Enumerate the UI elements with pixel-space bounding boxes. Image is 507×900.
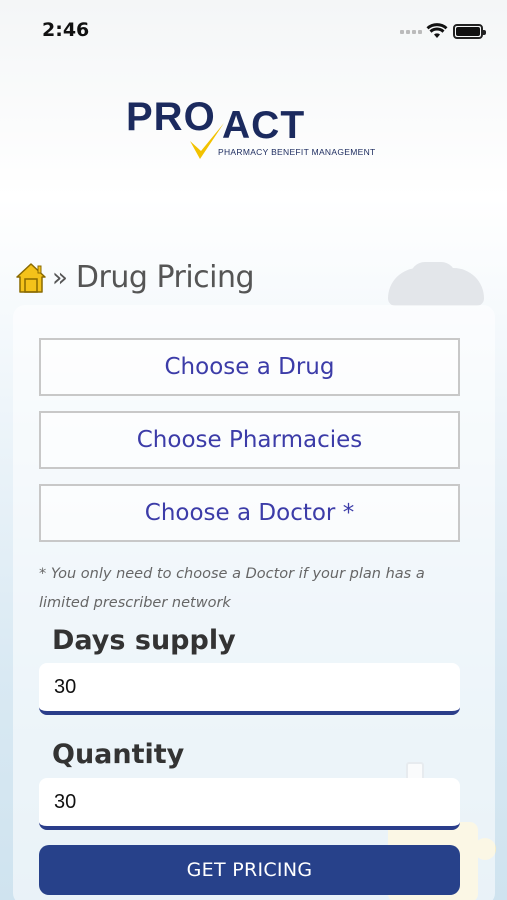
- wifi-icon: [426, 23, 448, 38]
- breadcrumb-separator: »: [52, 262, 68, 293]
- proact-logo: PRO ACT PHARMACY BENEFIT MANAGEMENT: [126, 95, 386, 165]
- page-title: Drug Pricing: [75, 260, 255, 295]
- status-time: 2:46: [42, 19, 90, 41]
- logo-act-text: ACT: [222, 104, 306, 147]
- status-bar: 2:46: [0, 0, 507, 60]
- quantity-label: Quantity: [52, 739, 185, 770]
- home-icon[interactable]: [16, 262, 46, 294]
- cloud-decoration: [410, 262, 456, 292]
- doctor-note: * You only need to choose a Doctor if yo…: [39, 566, 425, 611]
- get-pricing-button[interactable]: GET PRICING: [39, 845, 460, 895]
- logo-tagline: PHARMACY BENEFIT MANAGEMENT: [218, 147, 376, 157]
- choose-drug-button[interactable]: Choose a Drug: [39, 338, 460, 396]
- choose-pharmacies-button[interactable]: Choose Pharmacies: [39, 411, 460, 469]
- days-supply-input[interactable]: 30: [39, 663, 460, 715]
- battery-icon: [453, 24, 486, 39]
- quantity-input[interactable]: 30: [39, 778, 460, 830]
- choose-doctor-button[interactable]: Choose a Doctor *: [39, 484, 460, 542]
- cellular-signal-icon: [400, 30, 422, 34]
- days-supply-label: Days supply: [52, 625, 236, 656]
- breadcrumb: » Drug Pricing: [16, 260, 255, 295]
